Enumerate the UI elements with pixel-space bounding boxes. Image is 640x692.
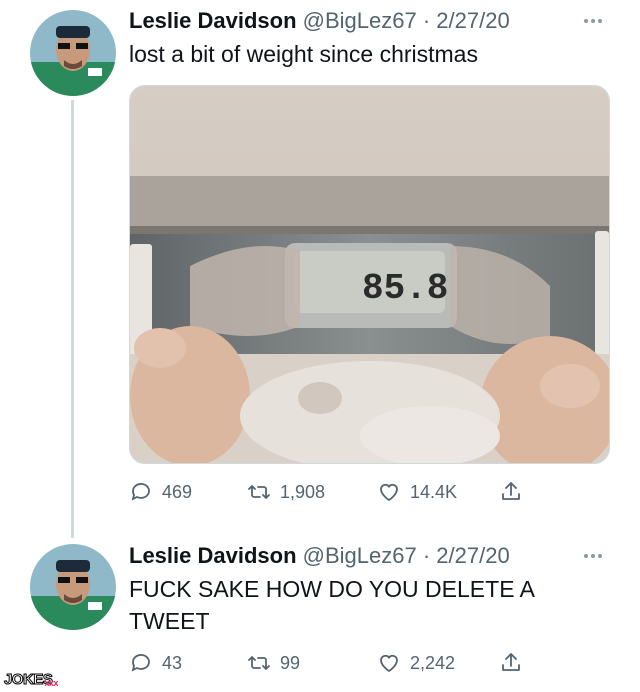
thread-line xyxy=(71,100,74,538)
avatar[interactable] xyxy=(30,10,116,96)
reply-icon xyxy=(131,483,150,501)
retweet-icon xyxy=(248,485,270,499)
retweet-button[interactable]: 1,908 xyxy=(247,477,325,507)
scale-photo: 85.8 xyxy=(130,86,609,463)
retweet-count: 99 xyxy=(280,652,301,673)
share-icon xyxy=(502,482,520,500)
tweet-actions: 469 1,908 14.4K xyxy=(129,477,549,507)
separator: · xyxy=(422,8,431,33)
retweet-count: 1,908 xyxy=(280,481,326,502)
like-count: 2,242 xyxy=(410,652,456,673)
tweet-header: Leslie Davidson @BigLez67 · 2/27/20 xyxy=(129,543,510,569)
reply-button[interactable]: 43 xyxy=(129,648,182,678)
share-button[interactable] xyxy=(499,648,523,678)
tweet-photo[interactable]: 85.8 xyxy=(129,85,610,464)
tweet-date[interactable]: 2/27/20 xyxy=(436,8,509,33)
tweet-2[interactable]: Leslie Davidson @BigLez67 · 2/27/20 FUCK… xyxy=(0,540,640,692)
avatar-image xyxy=(30,544,116,630)
avatar-image xyxy=(30,10,116,96)
like-icon xyxy=(380,654,398,673)
watermark-sub: xxx xyxy=(44,678,58,688)
scale-reading: 85.8 xyxy=(362,268,448,309)
author-handle[interactable]: @BigLez67 xyxy=(303,543,417,568)
author-handle[interactable]: @BigLez67 xyxy=(303,8,417,33)
tweet-actions: 43 99 2,242 xyxy=(129,648,549,678)
author-name[interactable]: Leslie Davidson xyxy=(129,8,297,33)
author-name[interactable]: Leslie Davidson xyxy=(129,543,297,568)
retweet-icon xyxy=(248,656,270,670)
like-button[interactable]: 2,242 xyxy=(377,648,455,678)
share-icon xyxy=(502,653,520,671)
tweet-header: Leslie Davidson @BigLez67 · 2/27/20 xyxy=(129,8,510,34)
retweet-button[interactable]: 99 xyxy=(247,648,300,678)
tweet-1[interactable]: Leslie Davidson @BigLez67 · 2/27/20 lost… xyxy=(0,0,640,540)
avatar[interactable] xyxy=(30,544,116,630)
like-icon xyxy=(380,483,398,502)
reply-count: 43 xyxy=(162,652,183,673)
reply-icon xyxy=(131,654,150,672)
tweet-date[interactable]: 2/27/20 xyxy=(436,543,509,568)
share-button[interactable] xyxy=(499,477,523,507)
reply-button[interactable]: 469 xyxy=(129,477,192,507)
more-icon[interactable] xyxy=(584,10,608,24)
separator: · xyxy=(422,543,431,568)
tweet-text: lost a bit of weight since christmas xyxy=(129,41,478,67)
tweet-text: FUCK SAKE HOW DO YOU DELETE A TWEET xyxy=(129,576,534,634)
watermark-logo: JOKESxxx xyxy=(3,671,58,689)
more-icon[interactable] xyxy=(584,545,608,559)
reply-count: 469 xyxy=(162,481,193,502)
like-button[interactable]: 14.4K xyxy=(377,477,457,507)
like-count: 14.4K xyxy=(410,481,458,502)
